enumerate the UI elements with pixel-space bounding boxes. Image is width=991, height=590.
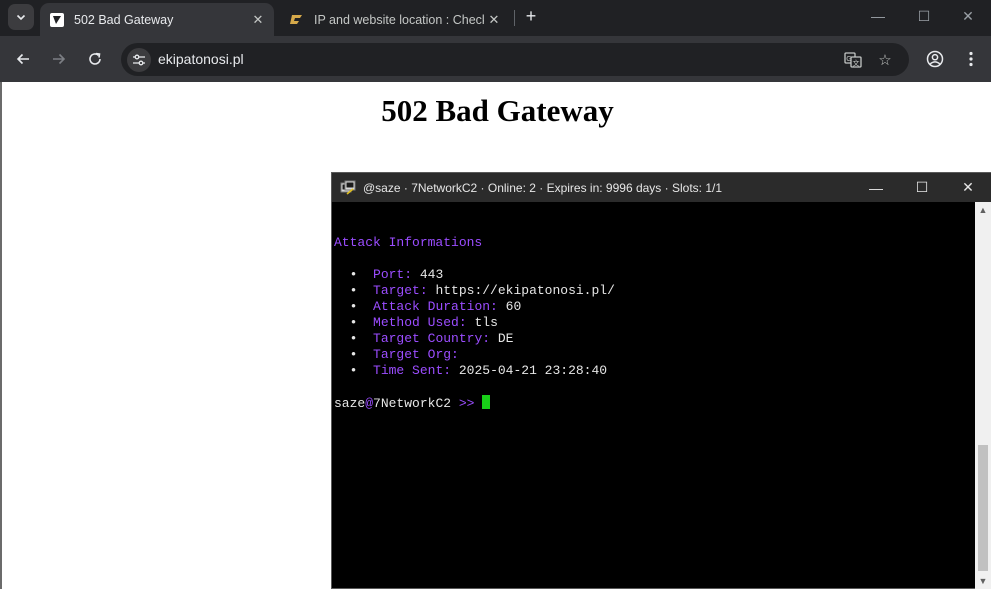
- tab-strip: 502 Bad Gateway ✕ IP and website locatio…: [0, 0, 991, 36]
- field-value: 60: [505, 299, 522, 314]
- field-label: Target:: [373, 283, 428, 298]
- field-row: • Time Sent: 2025-04-21 23:28:40: [349, 363, 608, 378]
- tab-title: IP and website location : Check: [314, 12, 484, 27]
- tab-separator: [514, 10, 515, 26]
- field-label: Target Org:: [373, 347, 459, 362]
- terminal-maximize-button[interactable]: ☐: [899, 173, 945, 202]
- terminal-output[interactable]: Attack Informations • Port: 443 • Target…: [332, 202, 975, 590]
- field-label: Attack Duration:: [373, 299, 498, 314]
- field-row: • Target: https://ekipatonosi.pl/: [349, 283, 615, 298]
- tune-icon[interactable]: [127, 48, 151, 72]
- close-window-button[interactable]: ✕: [945, 0, 991, 32]
- back-arrow-icon[interactable]: [9, 45, 37, 73]
- field-value: https://ekipatonosi.pl/: [435, 283, 615, 298]
- tab-ip-location[interactable]: IP and website location : Check ✕: [280, 3, 510, 36]
- field-row: • Attack Duration: 60: [349, 299, 522, 314]
- star-icon[interactable]: ☆: [874, 49, 896, 71]
- site-favicon: [49, 12, 65, 28]
- close-icon[interactable]: ✕: [484, 10, 504, 30]
- tab-502-bad-gateway[interactable]: 502 Bad Gateway ✕: [40, 3, 274, 36]
- field-value: 2025-04-21 23:28:40: [458, 363, 608, 378]
- profile-icon[interactable]: [921, 45, 949, 73]
- command-prompt[interactable]: saze@7NetworkC2 >>: [334, 395, 491, 412]
- page-heading: 502 Bad Gateway: [381, 93, 614, 128]
- field-row: • Target Org:: [349, 347, 459, 362]
- prompt-host: 7NetworkC2: [373, 396, 452, 411]
- plus-icon[interactable]: +: [520, 5, 542, 27]
- reload-icon[interactable]: [81, 45, 109, 73]
- svg-text:G: G: [846, 56, 851, 63]
- field-label: Time Sent:: [373, 363, 452, 378]
- tab-title: 502 Bad Gateway: [74, 12, 174, 27]
- terminal-minimize-button[interactable]: —: [853, 173, 899, 202]
- scroll-up-icon[interactable]: ▲: [975, 202, 991, 218]
- svg-text:文: 文: [853, 59, 860, 68]
- scrollbar-thumb[interactable]: [978, 445, 988, 571]
- terminal-app-icon: [340, 180, 356, 195]
- close-icon[interactable]: ✕: [248, 10, 268, 30]
- translate-icon[interactable]: 文G: [842, 49, 864, 71]
- minimize-button[interactable]: —: [855, 0, 901, 32]
- field-label: Port:: [373, 267, 413, 282]
- scroll-down-icon[interactable]: ▼: [975, 573, 991, 589]
- field-value: tls: [474, 315, 498, 330]
- text-cursor: [482, 395, 491, 409]
- field-value: DE: [497, 331, 514, 346]
- terminal-scrollbar[interactable]: ▲ ▼: [975, 202, 991, 589]
- address-bar[interactable]: ekipatonosi.pl 文G ☆: [121, 43, 909, 76]
- kebab-menu-icon[interactable]: [957, 45, 985, 73]
- maximize-button[interactable]: ☐: [901, 0, 947, 32]
- site-favicon: [289, 12, 305, 28]
- field-row: • Port: 443: [349, 267, 444, 282]
- prompt-at: @: [365, 396, 374, 411]
- field-row: • Method Used: tls: [349, 315, 498, 330]
- terminal-close-button[interactable]: ✕: [945, 173, 991, 202]
- terminal-window[interactable]: @saze · 7NetworkC2 · Online: 2 · Expires…: [331, 172, 991, 589]
- prompt-user: saze: [334, 396, 366, 411]
- field-row: • Target Country: DE: [349, 331, 514, 346]
- section-header: Attack Informations: [334, 235, 483, 250]
- forward-arrow-icon[interactable]: [45, 45, 73, 73]
- field-label: Method Used:: [373, 315, 467, 330]
- chevron-down-icon: [16, 14, 26, 21]
- terminal-title: @saze · 7NetworkC2 · Online: 2 · Expires…: [363, 180, 722, 195]
- tab-search-button[interactable]: [8, 4, 34, 30]
- field-value: 443: [419, 267, 444, 282]
- field-label: Target Country:: [373, 331, 491, 346]
- browser-toolbar: ekipatonosi.pl 文G ☆: [0, 36, 991, 82]
- prompt-arrow: >>: [458, 396, 475, 411]
- url-text[interactable]: ekipatonosi.pl: [158, 51, 244, 67]
